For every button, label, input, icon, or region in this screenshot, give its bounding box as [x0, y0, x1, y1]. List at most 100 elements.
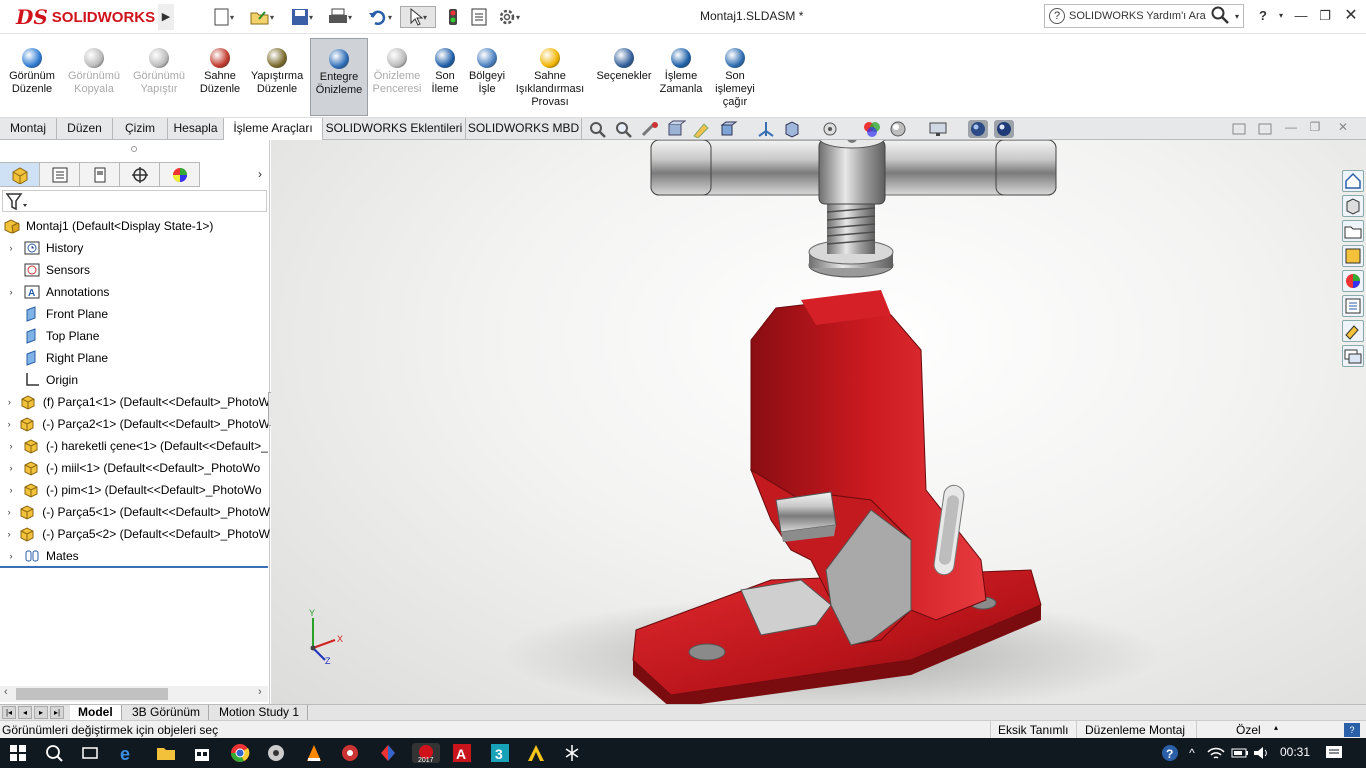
expand-chevron-icon[interactable]: ›: [6, 441, 16, 451]
view-settings-icon[interactable]: [928, 120, 948, 138]
graphics-viewport[interactable]: Y X Z: [271, 140, 1366, 704]
ribbon-button-scene[interactable]: Sahne Düzenle: [194, 38, 246, 116]
taskbar-clock[interactable]: 00:31: [1280, 745, 1310, 759]
tree-item[interactable]: › (-) Parça5<1> (Default<<Default>_PhotoW: [0, 501, 270, 523]
unit-dropdown-icon[interactable]: ▴: [1274, 723, 1278, 732]
volume-icon[interactable]: [1252, 743, 1272, 763]
tree-filter[interactable]: [2, 190, 267, 212]
hide-show-items-icon[interactable]: [820, 120, 840, 138]
battery-icon[interactable]: [1230, 743, 1250, 763]
tab-3[interactable]: Çizim: [113, 118, 168, 140]
ribbon-button-decal[interactable]: Yapıştırma Düzenle: [248, 38, 306, 116]
shadows-mode-icon[interactable]: [994, 120, 1014, 138]
expand-chevron-icon[interactable]: ›: [6, 397, 13, 407]
tree-item[interactable]: › (-) Parça5<2> (Default<<Default>_PhotoW: [0, 523, 270, 545]
expand-chevron-icon[interactable]: ›: [6, 243, 16, 253]
edge-browser-icon[interactable]: e: [118, 743, 138, 764]
tree-item[interactable]: › History: [0, 237, 270, 259]
app-taskbar-icon-3[interactable]: [378, 743, 398, 763]
solidworks-resources-icon[interactable]: [1342, 170, 1364, 192]
triad-view-icon[interactable]: [756, 120, 776, 138]
solidworks-2017-taskbar-icon[interactable]: 2017: [412, 743, 440, 764]
edit-appearance-icon[interactable]: [862, 120, 882, 138]
display-style-icon[interactable]: [782, 120, 802, 138]
solidworks-logo[interactable]: DS SOLIDWORKS: [2, 2, 158, 32]
tab-4[interactable]: Hesapla: [168, 118, 224, 140]
app-taskbar-icon-1[interactable]: [266, 743, 286, 763]
close-window-icon[interactable]: ✕: [1340, 6, 1362, 26]
tree-item[interactable]: › A Annotations: [0, 281, 270, 303]
expand-chevron-icon[interactable]: ›: [6, 529, 12, 539]
vlc-icon[interactable]: [304, 743, 324, 763]
ribbon-button-schedule-render[interactable]: İşleme Zamanla: [656, 38, 706, 116]
expand-chevron-icon[interactable]: ›: [6, 419, 12, 429]
new-document-icon[interactable]: ▾: [206, 6, 242, 28]
tree-item[interactable]: › (-) miil<1> (Default<<Default>_PhotoWo: [0, 457, 270, 479]
display-manager-tab[interactable]: [160, 162, 200, 187]
unit-system[interactable]: Özel: [1236, 723, 1261, 737]
ribbon-button-recall-render[interactable]: Son işlemeyi çağır: [712, 38, 758, 116]
search-icon[interactable]: [1211, 6, 1229, 27]
tab-1[interactable]: Montaj: [0, 118, 57, 140]
tab-6[interactable]: SOLIDWORKS Eklentileri: [323, 118, 466, 140]
file-explorer-icon[interactable]: [1342, 220, 1364, 242]
expand-chevron-icon[interactable]: ›: [6, 463, 16, 473]
feature-manager-tab[interactable]: [0, 162, 40, 187]
expand-chevron-icon[interactable]: ›: [6, 485, 16, 495]
more-tabs-chevron-icon[interactable]: ›: [250, 162, 270, 188]
tree-item[interactable]: › (f) Parça1<1> (Default<<Default>_PhotoW: [0, 391, 270, 413]
tree-item[interactable]: Right Plane: [0, 347, 270, 369]
viewport-minimize-icon[interactable]: —: [1284, 120, 1298, 138]
search-dropdown-icon[interactable]: ▾: [1235, 12, 1239, 21]
show-hidden-icons-icon[interactable]: ^: [1182, 743, 1202, 763]
first-tab-icon[interactable]: |◂: [2, 706, 16, 719]
ribbon-button-options[interactable]: Seçenekler: [592, 38, 656, 116]
ribbon-button-appearance[interactable]: Görünüm Düzenle: [4, 38, 60, 116]
tab-7[interactable]: SOLIDWORKS MBD: [466, 118, 582, 140]
open-document-icon[interactable]: ▾: [244, 6, 280, 28]
expand-chevron-icon[interactable]: ›: [6, 551, 16, 561]
tree-item[interactable]: Sensors: [0, 259, 270, 281]
print-icon[interactable]: ▾: [322, 6, 358, 28]
vise-3d-model[interactable]: Y X Z: [271, 140, 1366, 704]
options-gear-icon[interactable]: ▾: [492, 6, 526, 28]
tree-item[interactable]: › Mates: [0, 545, 270, 567]
file-properties-icon[interactable]: [468, 6, 490, 28]
help-search-field[interactable]: ? SOLIDWORKS Yardım'ı Ara ▾: [1044, 4, 1244, 28]
menu-flyout-arrow-icon[interactable]: ▶: [158, 4, 174, 30]
dimxpert-manager-tab[interactable]: [120, 162, 160, 187]
chrome-icon[interactable]: [230, 743, 250, 763]
property-manager-tab[interactable]: [40, 162, 80, 187]
tree-root-assembly[interactable]: Montaj1 (Default<Display State-1>): [0, 215, 270, 237]
filter-funnel-icon[interactable]: [5, 192, 29, 212]
ribbon-button-integrated-preview[interactable]: Entegre Önizleme: [310, 38, 368, 116]
ribbon-button-final-render[interactable]: Son İleme: [426, 38, 464, 116]
design-library-icon[interactable]: [1342, 195, 1364, 217]
app-taskbar-icon-2[interactable]: [340, 743, 360, 763]
section-view-icon[interactable]: [666, 120, 687, 138]
view-palette-icon[interactable]: [1342, 245, 1364, 267]
tab-3d-view[interactable]: 3B Görünüm: [124, 705, 210, 721]
tree-item[interactable]: Front Plane: [0, 303, 270, 325]
file-explorer-taskbar-icon[interactable]: [156, 743, 176, 763]
scrollbar-thumb[interactable]: [16, 688, 168, 700]
tree-item[interactable]: Origin: [0, 369, 270, 391]
app-taskbar-icon-5[interactable]: [526, 743, 546, 763]
previous-view-icon[interactable]: [640, 120, 660, 138]
viewport-restore-icon[interactable]: ❐: [1308, 120, 1322, 138]
minimize-window-icon[interactable]: —: [1290, 6, 1312, 26]
tab-motion-study[interactable]: Motion Study 1: [211, 705, 309, 721]
previous-viewport-icon[interactable]: [1232, 120, 1246, 138]
apply-scene-icon[interactable]: [888, 120, 908, 138]
tree-item[interactable]: Top Plane: [0, 325, 270, 347]
custom-properties-icon[interactable]: [1342, 295, 1364, 317]
view-orientation-icon[interactable]: [718, 120, 738, 138]
expand-chevron-icon[interactable]: ›: [6, 287, 16, 297]
autocad-icon[interactable]: A: [452, 743, 472, 763]
restore-window-icon[interactable]: ❐: [1314, 6, 1336, 26]
configuration-manager-tab[interactable]: [80, 162, 120, 187]
realview-graphics-icon[interactable]: [968, 120, 988, 138]
dynamic-annotation-icon[interactable]: [692, 120, 712, 139]
next-viewport-icon[interactable]: [1258, 120, 1272, 138]
scroll-left-icon[interactable]: ‹: [4, 686, 8, 698]
